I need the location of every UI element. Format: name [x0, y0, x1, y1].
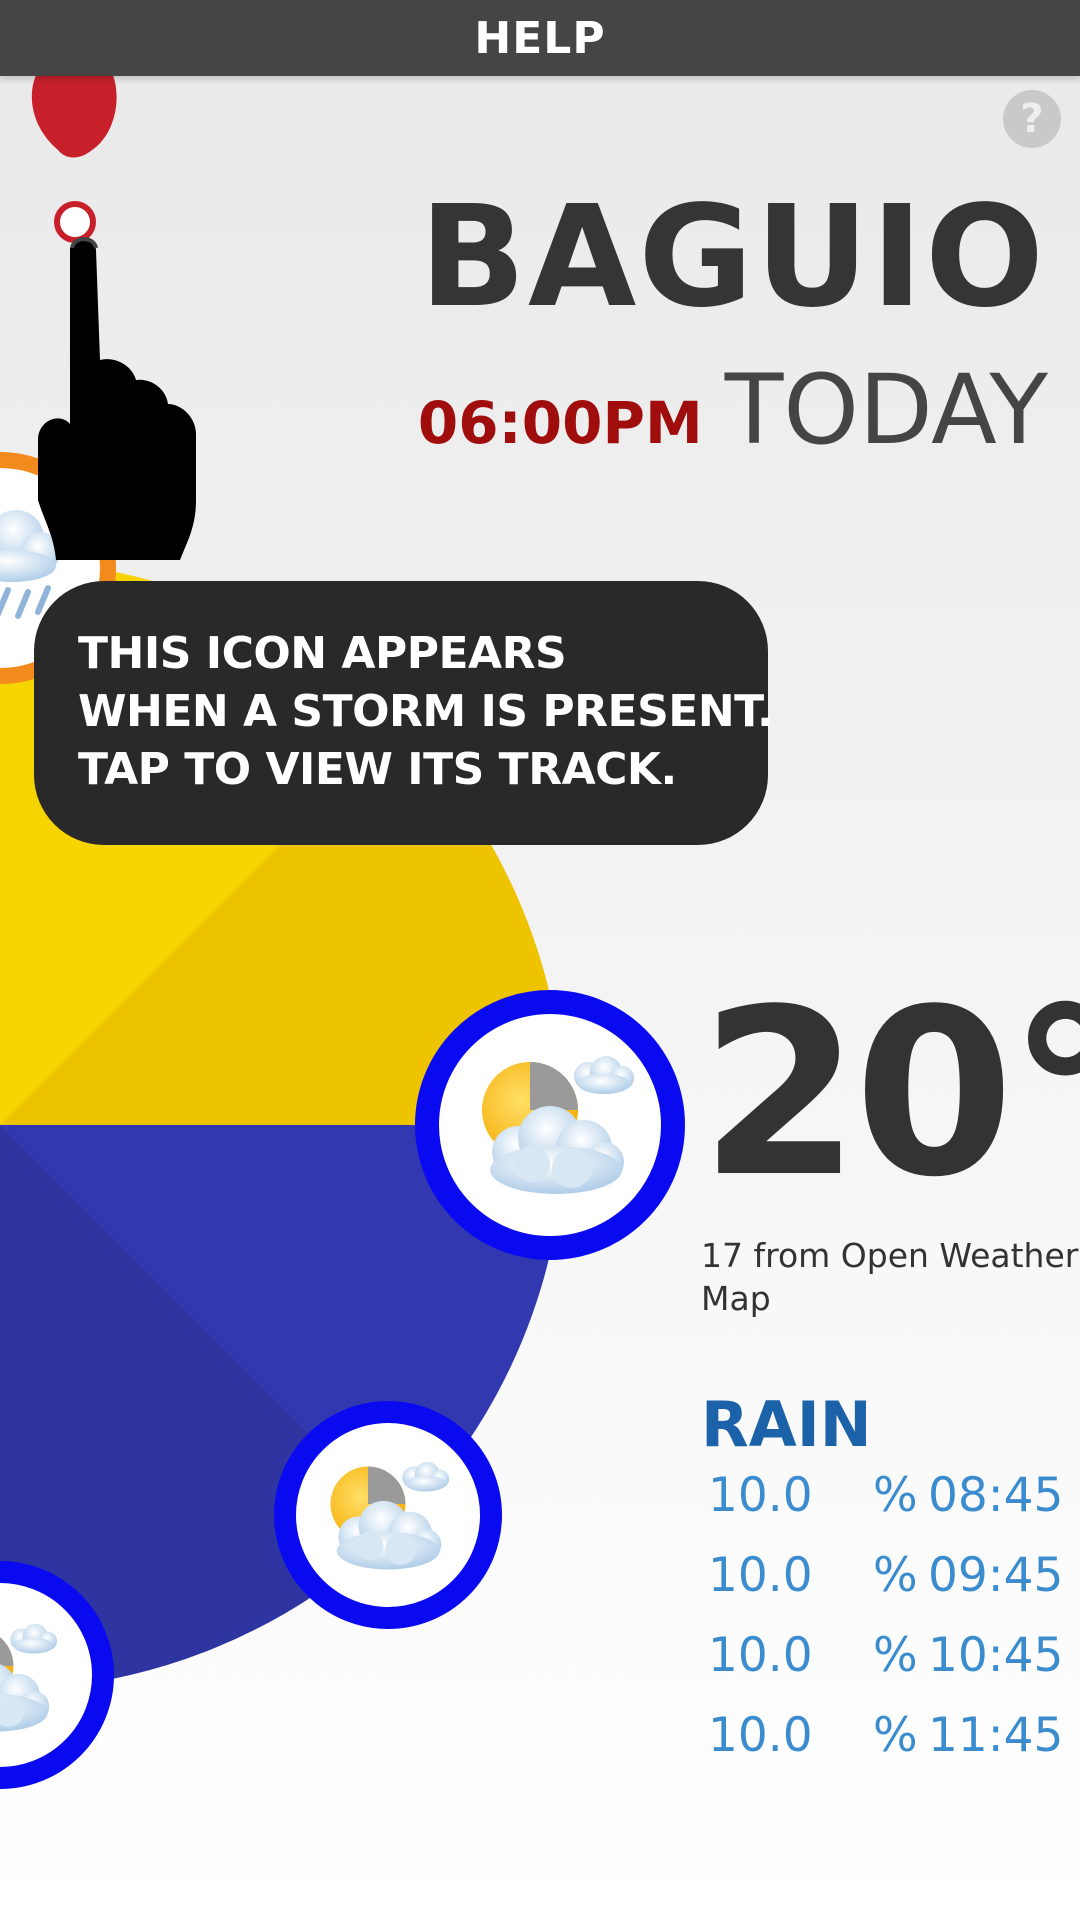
rain-percent: 10.0: [708, 1628, 813, 1683]
percent-sign: %: [873, 1468, 918, 1523]
tutorial-line: THIS ICON APPEARS: [78, 628, 567, 679]
rain-item: 10.0% 10:45: [708, 1628, 1063, 1708]
tutorial-line: WHEN A STORM IS PRESENT.: [78, 686, 774, 737]
storm-hint-overlay: [31, 14, 196, 560]
rain-percent: 10.0: [708, 1468, 813, 1523]
rain-percent: 10.0: [708, 1708, 813, 1763]
rain-time: 09:45: [927, 1548, 1064, 1603]
header-title: HELP: [474, 12, 606, 64]
header-bar: HELP: [0, 0, 1080, 76]
weather-source: 17 from Open Weather Map: [701, 1236, 1079, 1318]
partly-cloudy-icon: [0, 1561, 114, 1789]
rain-list: 10.0% 08:45 10.0% 09:45 10.0% 10:45 10.0…: [708, 1468, 1063, 1788]
partly-cloudy-icon: [274, 1401, 502, 1629]
percent-sign: %: [873, 1708, 918, 1763]
tutorial-bubble[interactable]: THIS ICON APPEARS WHEN A STORM IS PRESEN…: [34, 581, 774, 845]
rain-item: 10.0% 11:45: [708, 1708, 1063, 1788]
partly-cloudy-icon: [415, 990, 685, 1260]
percent-sign: %: [873, 1548, 918, 1603]
question-icon: ?: [1020, 96, 1044, 142]
time-row: 06:00PM TODAY: [418, 362, 1048, 458]
rain-time: 11:45: [927, 1708, 1064, 1763]
rain-title: RAIN: [701, 1388, 872, 1461]
forecast-time: 06:00PM: [417, 389, 703, 457]
rain-time: 08:45: [927, 1468, 1064, 1523]
rain-item: 10.0% 08:45: [708, 1468, 1063, 1548]
tutorial-line: TAP TO VIEW ITS TRACK.: [78, 744, 677, 795]
help-button[interactable]: ?: [1003, 90, 1061, 148]
percent-sign: %: [873, 1628, 918, 1683]
temperature-value: 20°: [700, 961, 1080, 1228]
city-name: BAGUIO: [419, 176, 1046, 339]
pointing-hand-icon: [38, 237, 196, 560]
forecast-day: TODAY: [724, 354, 1048, 466]
rain-item: 10.0% 09:45: [708, 1548, 1063, 1628]
rain-time: 10:45: [927, 1628, 1064, 1683]
rain-percent: 10.0: [708, 1548, 813, 1603]
